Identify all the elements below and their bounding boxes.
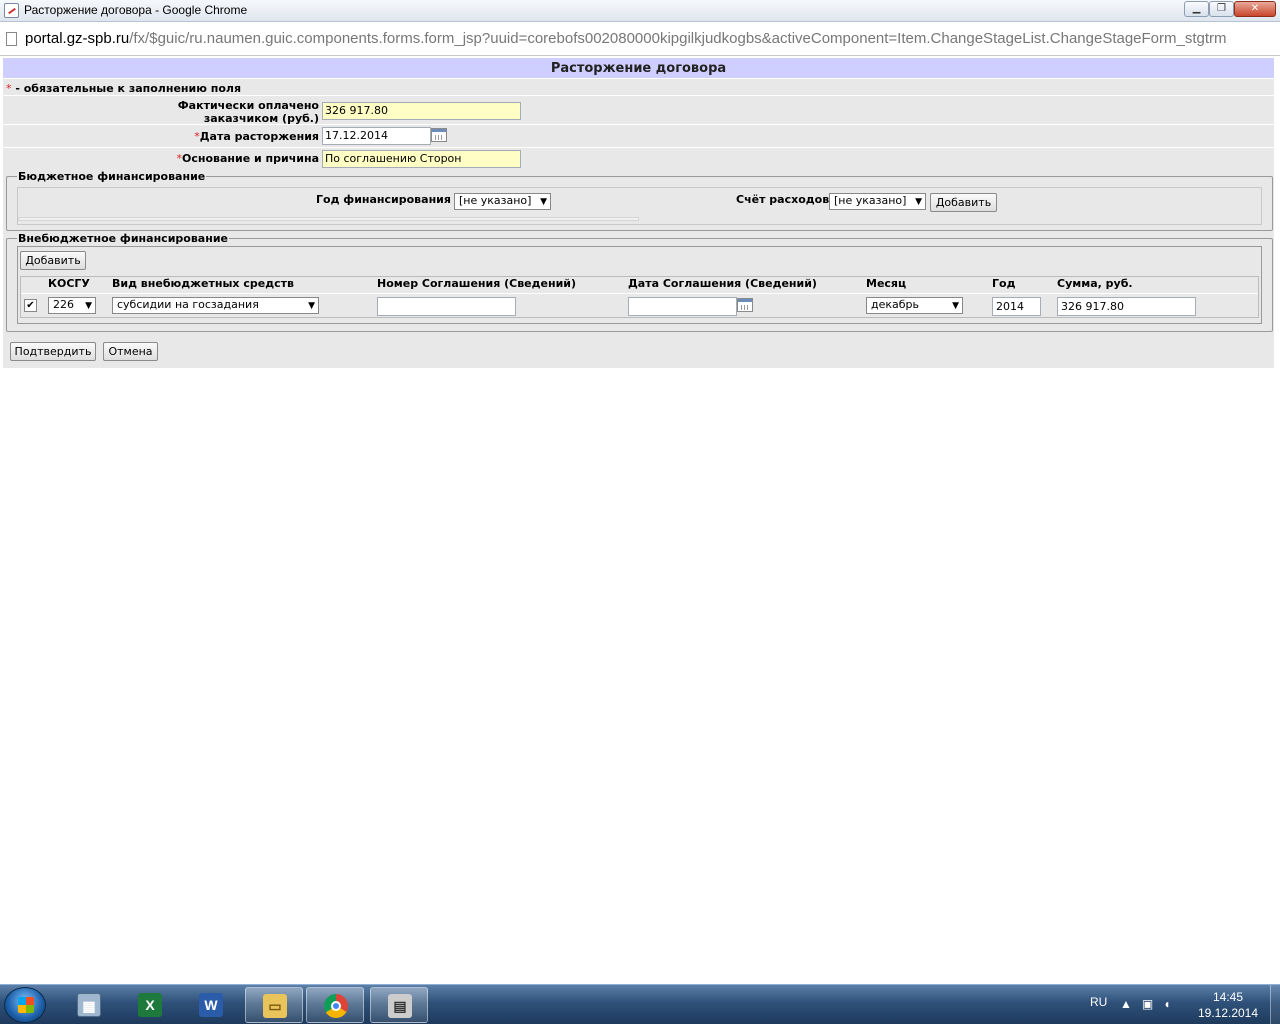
funds-type-value: субсидии на госзадания — [117, 298, 259, 311]
table-header: КОСГУ Вид внебюджетных средств Номер Сог… — [21, 277, 1258, 293]
chevron-down-icon: ▼ — [308, 301, 315, 311]
kosgu-select[interactable]: 226 ▼ — [48, 297, 96, 314]
language-indicator[interactable]: RU — [1090, 995, 1107, 1009]
taskbar-calculator[interactable]: ▦ — [60, 987, 118, 1023]
maximize-button[interactable]: ❐ — [1209, 1, 1234, 17]
budget-year-select[interactable]: [не указано] ▼ — [454, 193, 551, 210]
budget-year-label: Год финансирования — [316, 193, 451, 206]
col-agreement-number: Номер Соглашения (Сведений) — [377, 277, 577, 290]
expense-account-label: Счёт расходов — [736, 193, 830, 206]
budget-legend: Бюджетное финансирование — [17, 170, 207, 183]
chevron-down-icon: ▼ — [540, 197, 547, 207]
calendar-icon[interactable] — [737, 298, 753, 312]
col-funds-type: Вид внебюджетных средств — [112, 277, 294, 290]
extra-budget-add-button[interactable]: Добавить — [20, 251, 86, 270]
budget-fieldset: Бюджетное финансирование Год финансирова… — [6, 170, 1273, 231]
word-icon: W — [199, 993, 223, 1017]
amount-input[interactable]: 326 917.80 — [1057, 297, 1196, 316]
kosgu-value: 226 — [53, 298, 74, 311]
funds-type-select[interactable]: субсидии на госзадания ▼ — [112, 297, 319, 314]
extra-budget-table: КОСГУ Вид внебюджетных средств Номер Сог… — [20, 276, 1259, 318]
col-agreement-date: Дата Соглашения (Сведений) — [628, 277, 817, 290]
col-amount: Сумма, руб. — [1057, 277, 1133, 290]
calendar-icon[interactable] — [431, 128, 447, 142]
chrome-icon — [324, 994, 348, 1018]
chevron-down-icon: ▼ — [952, 301, 959, 311]
col-month: Месяц — [866, 277, 907, 290]
required-note-text: - обязательные к заполнению поля — [11, 82, 242, 95]
cancel-button[interactable]: Отмена — [103, 342, 158, 361]
start-button[interactable] — [4, 987, 46, 1023]
agreement-number-input[interactable] — [377, 297, 516, 316]
paid-label-line1: Фактически оплачено — [177, 99, 319, 112]
page-icon — [6, 32, 17, 46]
extra-budget-inner: Добавить КОСГУ Вид внебюджетных средств … — [17, 246, 1262, 324]
window-title: Расторжение договора - Google Chrome — [24, 3, 248, 17]
confirm-button[interactable]: Подтвердить — [10, 342, 96, 361]
url-path: /fx/$guic/ru.naumen.guic.components.form… — [129, 30, 1227, 47]
taskbar-excel[interactable]: X — [121, 987, 179, 1023]
termination-date-label: *Дата расторжения — [194, 130, 319, 143]
taskbar-explorer[interactable]: ▭ — [245, 987, 303, 1023]
form-title: Расторжение договора — [3, 58, 1274, 79]
taskbar: ▦ X W ▭ ▤ RU ▲▣◖ 14:45 19.12.2014 — [0, 984, 1280, 1025]
reason-row: *Основание и причина По соглашению Сторо… — [3, 147, 1274, 169]
taskbar-word[interactable]: W — [182, 987, 240, 1023]
calculator-icon: ▦ — [77, 993, 101, 1017]
expense-account-value: [не указано] — [834, 194, 907, 207]
paid-row: Фактически оплачено заказчиком (руб.) 32… — [3, 95, 1274, 125]
row-checkbox[interactable]: ✔ — [24, 299, 37, 312]
termination-date-input[interactable]: 17.12.2014 — [322, 127, 431, 145]
required-note: * - обязательные к заполнению поля — [6, 82, 241, 95]
minimize-button[interactable]: ▁ — [1184, 1, 1209, 17]
paid-label: Фактически оплачено заказчиком (руб.) — [178, 99, 319, 125]
termination-date-label-text: Дата расторжения — [199, 130, 319, 143]
budget-scrollbar[interactable] — [18, 217, 639, 221]
termination-date-row: *Дата расторжения 17.12.2014 — [3, 124, 1274, 147]
termination-form: Расторжение договора * - обязательные к … — [3, 58, 1274, 368]
clock-time[interactable]: 14:45 — [1198, 990, 1258, 1004]
month-value: декабрь — [871, 298, 920, 311]
budget-inner: Год финансирования [не указано] ▼ Счёт ра… — [17, 187, 1262, 225]
taskbar-printer[interactable]: ▤ — [370, 987, 428, 1023]
reason-label-text: Основание и причина — [181, 152, 319, 165]
page-app-icon — [4, 3, 19, 18]
windows-logo-icon — [18, 997, 34, 1013]
tray-arrow-icon: ▲ — [1120, 997, 1142, 1011]
extra-budget-fieldset: Внебюджетное финансирование Добавить КОС… — [6, 232, 1273, 332]
month-select[interactable]: декабрь ▼ — [866, 297, 963, 314]
url-host: portal.gz-spb.ru — [25, 30, 130, 47]
col-year: Год — [992, 277, 1016, 290]
col-kosgu: КОСГУ — [48, 277, 90, 290]
chevron-down-icon: ▼ — [85, 301, 92, 311]
expense-account-select[interactable]: [не указано] ▼ — [829, 193, 926, 210]
show-desktop-button[interactable] — [1270, 985, 1280, 1025]
printer-icon: ▤ — [388, 994, 412, 1018]
paid-amount-input[interactable]: 326 917.80 — [322, 102, 521, 120]
year-input[interactable]: 2014 — [992, 297, 1041, 316]
address-bar[interactable]: portal.gz-spb.ru/fx/$guic/ru.naumen.guic… — [0, 22, 1280, 56]
table-row: ✔ 226 ▼ субсидии на госзадания ▼ декабрь ▼ … — [21, 293, 1258, 317]
tray-icons[interactable]: ▲▣◖ — [1120, 997, 1180, 1011]
agreement-date-input[interactable] — [628, 297, 737, 316]
system-tray: RU ▲▣◖ 14:45 19.12.2014 — [1080, 985, 1280, 1025]
reason-input[interactable]: По соглашению Сторон — [322, 150, 521, 168]
extra-budget-legend: Внебюджетное финансирование — [17, 232, 229, 245]
window-titlebar: Расторжение договора - Google Chrome ▁ ❐… — [0, 0, 1280, 22]
network-icon: ▣ — [1141, 997, 1164, 1011]
explorer-icon: ▭ — [263, 994, 287, 1018]
budget-year-value: [не указано] — [459, 194, 532, 207]
budget-add-button[interactable]: Добавить — [930, 193, 997, 212]
excel-icon: X — [138, 993, 162, 1017]
chevron-down-icon: ▼ — [915, 197, 922, 207]
taskbar-chrome[interactable] — [306, 987, 364, 1023]
url-text[interactable]: portal.gz-spb.ru/fx/$guic/ru.naumen.guic… — [25, 30, 1277, 47]
close-button[interactable]: ✕ — [1234, 1, 1276, 17]
reason-label: *Основание и причина — [176, 152, 319, 165]
clock-date[interactable]: 19.12.2014 — [1194, 1006, 1262, 1020]
volume-icon: ◖ — [1163, 997, 1181, 1011]
